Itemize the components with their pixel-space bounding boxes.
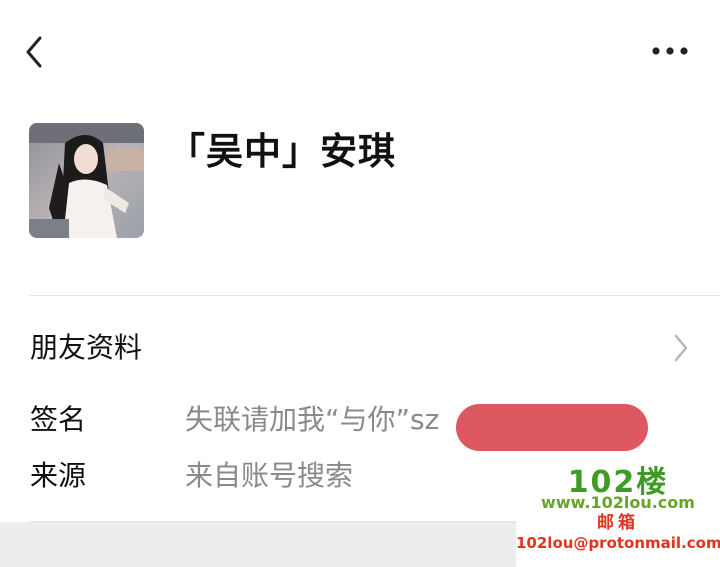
more-button[interactable] bbox=[646, 34, 696, 68]
watermark-site: www.102lou.com bbox=[541, 493, 695, 512]
top-bar bbox=[0, 0, 720, 100]
divider bbox=[29, 295, 720, 296]
watermark: 102楼 www.102lou.com 邮箱 102lou@protonmail… bbox=[516, 466, 720, 567]
friend-info-label: 朋友资料 bbox=[30, 331, 143, 364]
avatar-photo bbox=[29, 123, 144, 238]
signature-label: 签名 bbox=[30, 403, 87, 436]
chevron-right-icon bbox=[668, 330, 692, 366]
watermark-email: 102lou@protonmail.com bbox=[516, 534, 720, 552]
back-button[interactable] bbox=[18, 30, 58, 74]
profile-name: 「吴中」安琪 bbox=[168, 130, 396, 173]
source-label: 来源 bbox=[30, 459, 87, 492]
watermark-mailbox: 邮箱 bbox=[597, 513, 639, 533]
avatar[interactable] bbox=[29, 123, 144, 238]
source-value: 来自账号搜索 bbox=[185, 459, 354, 492]
more-horizontal-icon bbox=[652, 47, 688, 55]
redaction-mark bbox=[456, 404, 648, 451]
chevron-left-icon bbox=[26, 36, 42, 68]
signature-value: 失联请加我“与你”sz bbox=[185, 403, 440, 436]
